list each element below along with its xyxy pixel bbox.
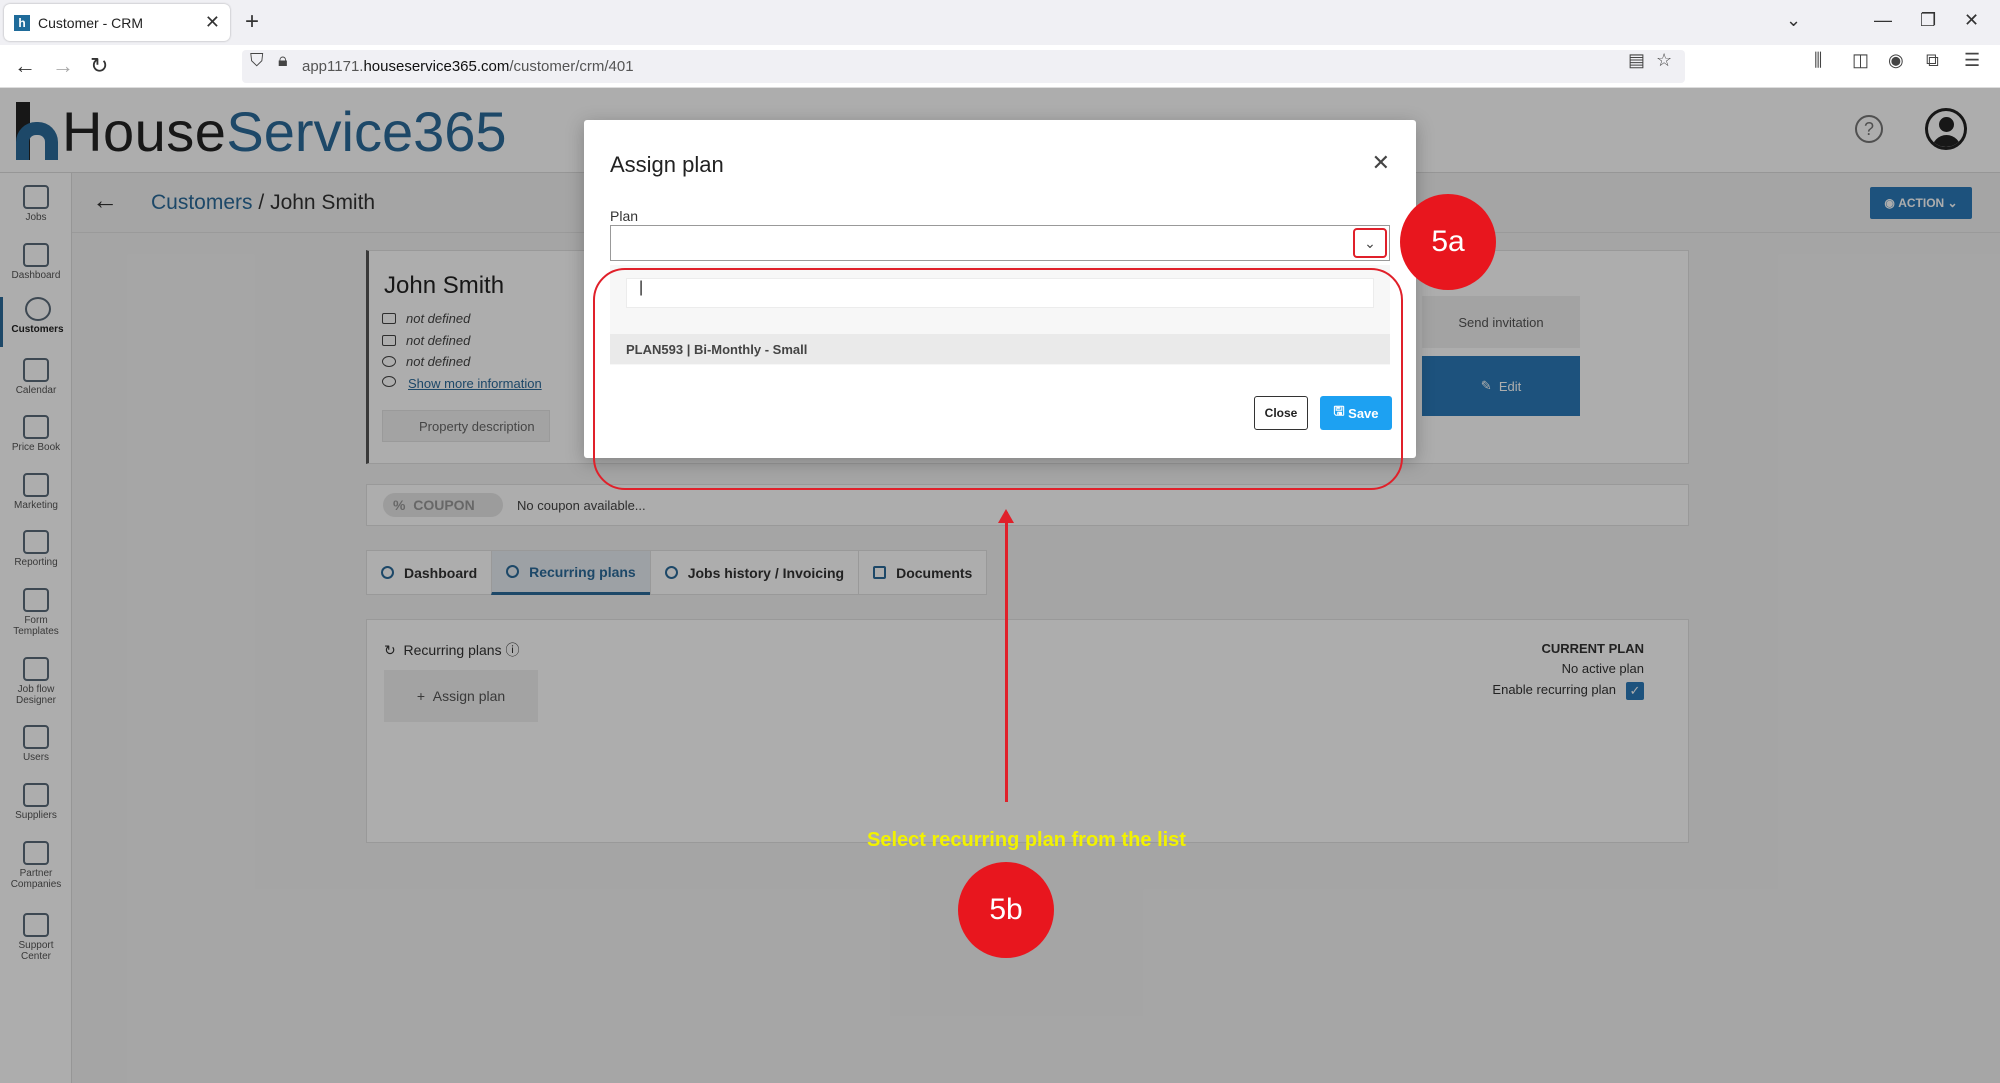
library-icon[interactable]: ⫼ [1814,50,1822,71]
url-path: /customer/crm/401 [509,58,634,75]
shield-icon[interactable]: ⛉ [250,50,264,71]
back-icon[interactable]: ← [14,53,36,79]
tab-close-icon[interactable]: ✕ [205,12,220,33]
plan-label: Plan [610,208,639,224]
restore-icon[interactable]: ❐ [1920,10,1936,31]
window-close-icon[interactable]: ✕ [1964,10,1979,31]
reader-icon[interactable]: ▤ [1628,50,1645,71]
browser-tab-title: Customer - CRM [38,14,144,31]
annotation-arrow-head [998,509,1014,523]
new-tab-icon[interactable]: + [245,8,259,36]
url-host: houseservice365.com [363,58,510,75]
browser-tab-bar: h Customer - CRM ✕ + ⌄ — ❐ ✕ [0,0,2000,45]
url-prefix: app1171. [302,58,364,75]
browser-nav-bar: ← → ↻ app1171. houseservice365.com/custom… [0,45,2000,88]
close-icon[interactable]: ✕ [1372,150,1390,176]
modal-title: Assign plan [610,152,724,177]
sidebar-toggle-icon[interactable]: ◫ [1852,50,1869,71]
forward-icon[interactable]: → [52,53,74,79]
tab-list-icon[interactable]: ⌄ [1786,10,1801,31]
annotation-outline [593,268,1403,490]
plan-select[interactable] [610,225,1390,261]
browser-tab[interactable]: h Customer - CRM ✕ [4,4,230,41]
bookmark-star-icon[interactable]: ☆ [1656,50,1672,71]
annotation-arrow [1005,512,1008,802]
annotation-note: Select recurring plan from the list [867,829,1186,851]
chevron-down-icon[interactable]: ⌄ [1353,228,1387,258]
annotation-step-5a: 5a [1400,194,1496,290]
minimize-icon[interactable]: — [1874,10,1892,31]
favicon-icon: h [14,14,30,31]
extensions-icon[interactable]: ⧉ [1926,50,1939,71]
menu-icon[interactable]: ☰ [1964,50,1980,71]
reload-icon[interactable]: ↻ [90,53,108,79]
url-bar[interactable]: app1171. houseservice365.com/customer/crm… [242,50,1685,83]
account-icon[interactable]: ◉ [1888,50,1904,71]
lock-icon[interactable]: 🔒︎ [278,50,288,71]
annotation-step-5b: 5b [958,862,1054,958]
